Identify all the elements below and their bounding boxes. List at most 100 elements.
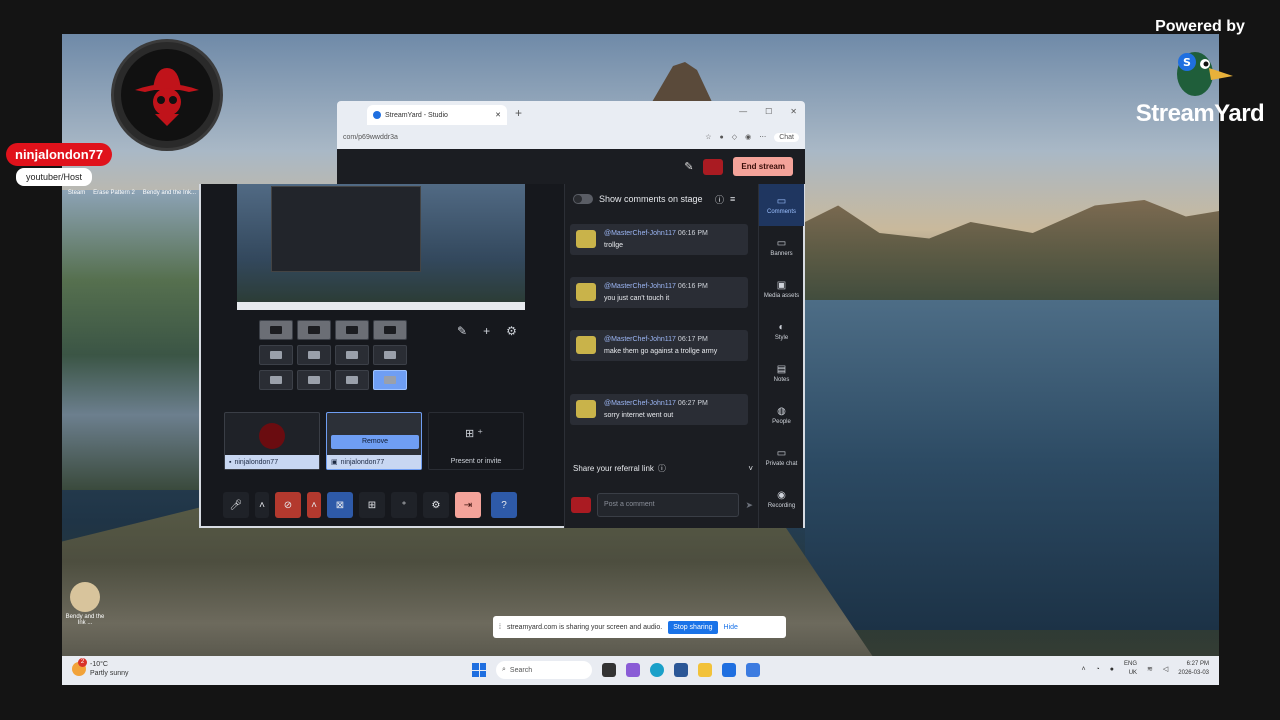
end-stream-button[interactable]: End stream [733,157,793,176]
browser-window: StreamYard - Studio ✕ + — ☐ ✕ com/p69wwd… [337,101,805,149]
mail-icon[interactable] [722,663,736,677]
rail-comments[interactable]: ▭ Comments [759,184,804,226]
windows-start-icon[interactable] [472,663,486,677]
show-comments-toggle[interactable] [573,194,593,204]
maximize-icon[interactable]: ☐ [765,107,772,116]
layout-leader[interactable] [335,320,369,340]
mic-tray-icon[interactable]: ● [1110,666,1114,673]
help-button[interactable]: ? [491,492,517,518]
layout-pip-2[interactable] [297,370,331,390]
address-bar[interactable]: com/p69wwddr3a ☆ ● ◇ ◉ ⋯ Chat [337,127,805,147]
camera-options-button[interactable]: ˄ [307,492,321,518]
close-tab-icon[interactable]: ✕ [495,111,501,119]
edge-icon[interactable] [650,663,664,677]
comment-time: 06:16 PM [677,283,708,290]
minimize-icon[interactable]: — [739,107,747,116]
commenter-avatar [576,400,596,418]
leave-studio-button[interactable]: ⇥ [455,492,481,518]
desktop-icon[interactable]: Erase Pattern 2 [93,190,135,196]
browser-tab[interactable]: StreamYard - Studio ✕ [367,105,507,125]
widgets-icon[interactable] [626,663,640,677]
layout-settings-icon[interactable]: ⚙ [506,324,517,338]
menu-icon[interactable]: ⋯ [759,133,766,141]
layout-screen-2[interactable] [297,345,331,365]
show-comments-row: Show comments on stage ⓘ ≡ [573,184,753,214]
referral-link-row[interactable]: Share your referral link ⓘ ˅ [573,463,753,474]
screen-share-icon: ▣ [331,459,338,466]
present-button[interactable]: ⊞ [359,492,385,518]
rail-people[interactable]: ◍ People [759,394,804,436]
present-or-invite-tile[interactable]: ⊞ ⁺ Present or invite [428,412,524,470]
help-circle-icon[interactable]: ⓘ [715,193,724,206]
screen-share-button[interactable]: ⊠ [327,492,353,518]
people-icon: ◍ [777,405,786,417]
remove-button[interactable]: Remove [331,435,419,449]
filter-icon[interactable]: ≡ [730,194,735,204]
search-icon: ⌕ [502,666,506,673]
profile-icon[interactable]: ◉ [745,133,751,141]
layout-icon [384,351,396,359]
participant-tile-camera[interactable]: ▪ ninjalondon77 [224,412,320,470]
desktop-icon[interactable]: Steam [68,190,85,196]
comment-item[interactable]: @MasterChef-John117 06:27 PM sorry inter… [570,394,748,425]
new-tab-icon[interactable]: + [515,106,522,120]
weather-widget[interactable]: 2 -10°C Partly sunny [72,658,129,678]
layout-group[interactable] [297,320,331,340]
chevron-up-icon[interactable]: ˄ [1081,666,1085,673]
task-view-icon[interactable] [602,663,616,677]
comment-item[interactable]: @MasterChef-John117 06:16 PM trollge [570,224,748,255]
participant-tile-screen[interactable]: Remove ▣ ninjalondon77 [326,412,422,470]
layout-pip-selected[interactable] [373,370,407,390]
layout-thin[interactable] [373,320,407,340]
rail-notes[interactable]: ▤ Notes [759,352,804,394]
mic-button[interactable]: 🎤︎ [223,492,249,518]
network-icon[interactable]: ◔ [1096,666,1100,673]
layout-pip-1[interactable] [259,370,293,390]
rail-media-assets[interactable]: ▣ Media assets [759,268,804,310]
file-explorer-icon[interactable] [698,663,712,677]
clock[interactable]: 6:27 PM 2026-03-03 [1178,660,1209,678]
invite-button[interactable]: ⁺ [391,492,417,518]
store-icon[interactable] [674,663,688,677]
layout-pip-3[interactable] [335,370,369,390]
edit-layout-icon[interactable]: ✎ [457,324,467,338]
extensions-icon[interactable]: ◇ [732,133,737,141]
volume-icon[interactable]: ◁ [1163,665,1168,673]
comment-item[interactable]: @MasterChef-John117 06:16 PM you just ca… [570,277,748,308]
desktop-icon-bendy[interactable]: Bendy and the Ink ... [64,582,106,626]
language-indicator[interactable]: ENG UK [1124,660,1137,678]
drag-handle-icon[interactable]: ⁞ [499,624,501,631]
hide-button[interactable]: Hide [724,624,738,631]
layout-screen-3[interactable] [335,345,369,365]
mic-icon[interactable]: ● [719,134,723,141]
layout-selector [259,320,439,395]
settings-button[interactable]: ⚙ [423,492,449,518]
post-comment-input[interactable]: Post a comment [597,493,740,517]
skull-cowboy-icon [121,49,213,141]
wifi-icon[interactable]: ≋ [1147,665,1153,673]
desktop-icon[interactable]: Bendy and the Ink... [143,190,196,196]
mic-options-button[interactable]: ˄ [255,492,269,518]
taskbar-search[interactable]: ⌕ Search [496,661,592,679]
rail-recording[interactable]: ◉ Recording [759,478,804,520]
powered-by-branding: Powered by S StreamYard [1130,18,1270,128]
chat-button[interactable]: Chat [774,132,799,142]
close-window-icon[interactable]: ✕ [790,107,797,116]
streamyard-app-icon[interactable] [746,663,760,677]
layout-screen-1[interactable] [259,345,293,365]
camera-off-button[interactable]: ⊘ [275,492,301,518]
layout-solo[interactable] [259,320,293,340]
rail-private-chat[interactable]: ▭ Private chat [759,436,804,478]
rail-style[interactable]: ◐ Style [759,310,804,352]
layout-tools: ✎ + ⚙ [457,324,517,338]
send-icon[interactable]: ➤ [745,500,753,511]
comment-author: @MasterChef-John117 [604,400,676,407]
edit-icon[interactable]: ✎ [684,160,693,173]
layout-screen-4[interactable] [373,345,407,365]
add-layout-icon[interactable]: + [483,324,490,338]
account-avatar[interactable] [703,158,724,175]
comment-item[interactable]: @MasterChef-John117 06:17 PM make them g… [570,330,748,361]
rail-banners[interactable]: ▭ Banners [759,226,804,268]
star-icon[interactable]: ☆ [705,133,711,141]
stop-sharing-button[interactable]: Stop sharing [668,620,718,634]
